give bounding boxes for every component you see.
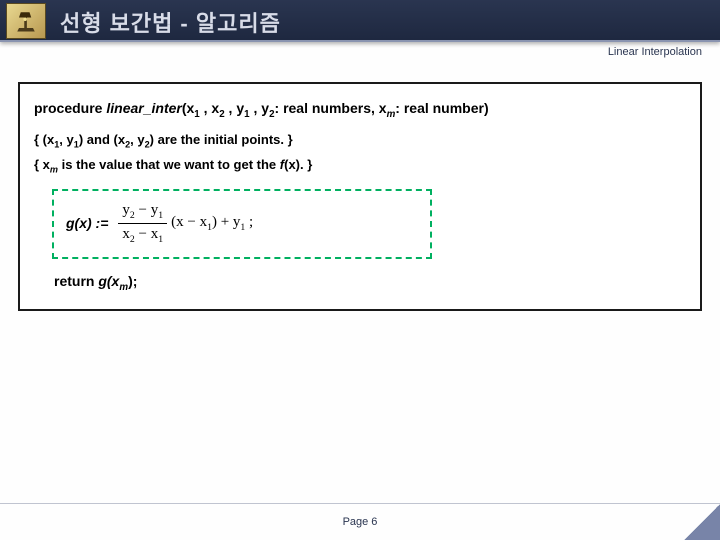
- gx-label: g(x) :=: [66, 215, 108, 231]
- algorithm-box: procedure linear_inter(x1 , x2 , y1 , y2…: [18, 82, 702, 311]
- comment-xm: { xm is the value that we want to get th…: [34, 157, 686, 175]
- desk-lamp-icon: [6, 3, 46, 39]
- keyword-procedure: procedure: [34, 100, 102, 116]
- fraction-numerator: y2 − y1: [118, 201, 167, 224]
- procedure-signature: procedure linear_inter(x1 , x2 , y1 , y2…: [34, 100, 686, 120]
- formula-box: g(x) := y2 − y1 x2 − x1 (x − x1) + y1 ;: [52, 189, 432, 259]
- keyword-return: return: [54, 273, 94, 289]
- procedure-name: linear_inter: [106, 100, 181, 116]
- corner-accent-icon: [684, 504, 720, 540]
- section-label: Linear Interpolation: [608, 46, 702, 58]
- return-statement: return g(xm);: [54, 273, 686, 293]
- fraction: y2 − y1 x2 − x1: [118, 201, 167, 245]
- fraction-denominator: x2 − x1: [118, 224, 167, 246]
- page-number: Page 6: [343, 516, 378, 528]
- formula-rest: (x − x1) + y1 ;: [171, 214, 253, 233]
- formula-expression: y2 − y1 x2 − x1 (x − x1) + y1 ;: [118, 201, 253, 245]
- comment-initial-points: { (x1, y1) and (x2, y2) are the initial …: [34, 132, 686, 150]
- footer-divider: [0, 503, 720, 504]
- slide-header: 선형 보간법 - 알고리즘: [0, 0, 720, 42]
- slide-title: 선형 보간법 - 알고리즘: [60, 6, 281, 38]
